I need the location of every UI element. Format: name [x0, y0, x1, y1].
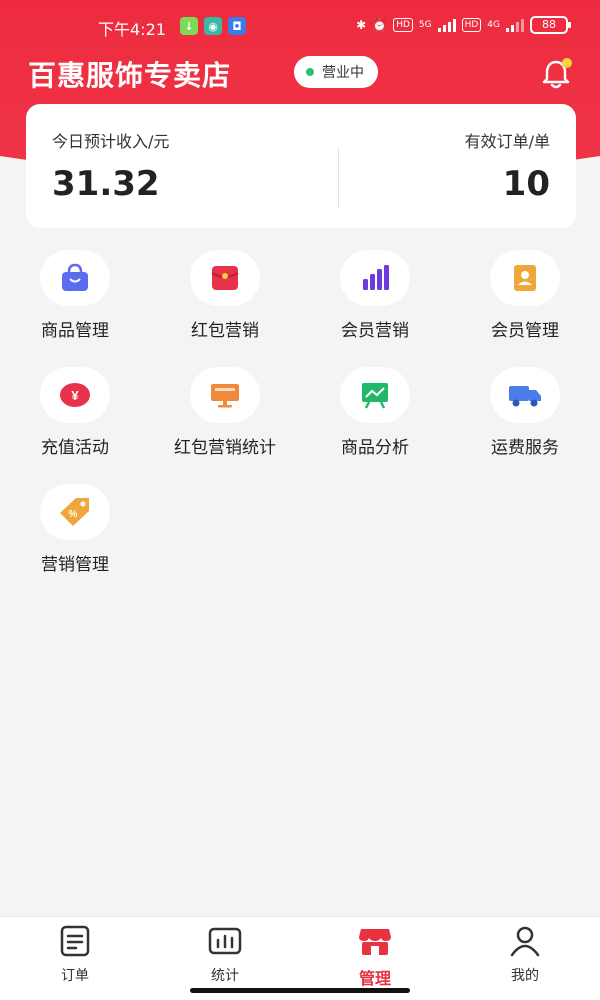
income-value: 31.32: [52, 164, 160, 204]
bar-chart-icon: [340, 250, 410, 306]
hd-badge: HD: [393, 18, 413, 32]
signal-strength-icon-2: [506, 18, 524, 32]
download-notification-icon: ↓: [180, 17, 198, 35]
business-status-badge[interactable]: 营业中: [294, 56, 378, 88]
orders-value: 10: [502, 164, 550, 204]
tab-management[interactable]: 管理: [300, 925, 450, 989]
stats-divider: [338, 148, 339, 208]
svg-text:%: %: [69, 509, 78, 520]
orders-label: 有效订单/单: [464, 132, 550, 151]
notification-icons: ↓ ◉ ◘: [180, 17, 246, 35]
app-notification-icon: ◉: [204, 17, 222, 35]
stats-icon: [208, 927, 242, 955]
signal-strength-icon: [437, 18, 456, 32]
menu-item-marketing-management[interactable]: % 营销管理: [0, 484, 150, 584]
store-icon: [359, 929, 391, 955]
tab-orders[interactable]: 订单: [0, 925, 150, 985]
notification-bell-button[interactable]: [538, 56, 574, 92]
menu-item-member-management[interactable]: 会员管理: [450, 250, 600, 350]
battery-icon: 88: [530, 16, 571, 34]
menu-item-product-management[interactable]: 商品管理: [0, 250, 150, 350]
menu-label: 红包营销: [191, 321, 259, 341]
svg-text:¥: ¥: [71, 388, 79, 403]
order-list-icon: [60, 925, 90, 957]
store-name: 百惠服饰专卖店: [28, 59, 232, 92]
menu-item-shipping-service[interactable]: 运费服务: [450, 367, 600, 467]
menu-item-red-packet-marketing[interactable]: 红包营销: [150, 250, 300, 350]
profile-icon: [510, 926, 540, 957]
hd-badge-2: HD: [461, 18, 482, 32]
shopping-bag-icon: [40, 250, 110, 306]
menu-label: 会员管理: [491, 321, 559, 341]
alarm-app-notification-icon: ◘: [228, 17, 246, 35]
network-5g-label: 5G: [418, 20, 432, 30]
menu-item-red-packet-stats[interactable]: 红包营销统计: [150, 367, 300, 467]
status-indicators: ✱ ⏰ HD 5G HD 4G 88: [356, 16, 571, 34]
tab-label: 管理: [358, 969, 391, 988]
status-time: 下午4:21: [98, 20, 166, 39]
menu-label: 充值活动: [41, 438, 109, 458]
battery-level: 88: [542, 18, 556, 31]
menu-item-recharge-activity[interactable]: ¥ 充值活动: [0, 367, 150, 467]
menu-item-member-marketing[interactable]: 会员营销: [300, 250, 450, 350]
tab-label: 我的: [511, 968, 539, 984]
status-bar: 下午4:21 ↓ ◉ ◘ ✱ ⏰ HD 5G HD 4G 88: [0, 0, 600, 52]
today-stats-card: 今日预计收入/元 31.32 有效订单/单 10: [26, 104, 576, 228]
menu-label: 红包营销统计: [174, 438, 276, 458]
discount-tag-icon: %: [40, 484, 110, 540]
menu-label: 商品分析: [341, 438, 409, 458]
tab-statistics[interactable]: 统计: [150, 925, 300, 985]
business-status-label: 营业中: [322, 65, 364, 81]
monitor-icon: [190, 367, 260, 423]
tab-profile[interactable]: 我的: [450, 925, 600, 985]
menu-label: 商品管理: [41, 321, 109, 341]
alarm-icon: ⏰: [372, 18, 388, 32]
tab-label: 订单: [61, 968, 89, 984]
truck-icon: [490, 367, 560, 423]
bell-icon: [542, 58, 572, 89]
income-label: 今日预计收入/元: [52, 132, 170, 151]
tab-label: 统计: [211, 968, 239, 984]
trend-board-icon: [340, 367, 410, 423]
status-dot: [306, 68, 314, 76]
yuan-coin-icon: ¥: [40, 367, 110, 423]
menu-label: 会员营销: [341, 321, 409, 341]
home-indicator[interactable]: [190, 988, 410, 993]
menu-label: 运费服务: [491, 438, 559, 458]
network-4g-label: 4G: [487, 20, 500, 30]
menu-item-product-analysis[interactable]: 商品分析: [300, 367, 450, 467]
bluetooth-icon: ✱: [356, 18, 367, 32]
red-envelope-icon: [190, 250, 260, 306]
contact-book-icon: [490, 250, 560, 306]
menu-label: 营销管理: [41, 555, 109, 575]
